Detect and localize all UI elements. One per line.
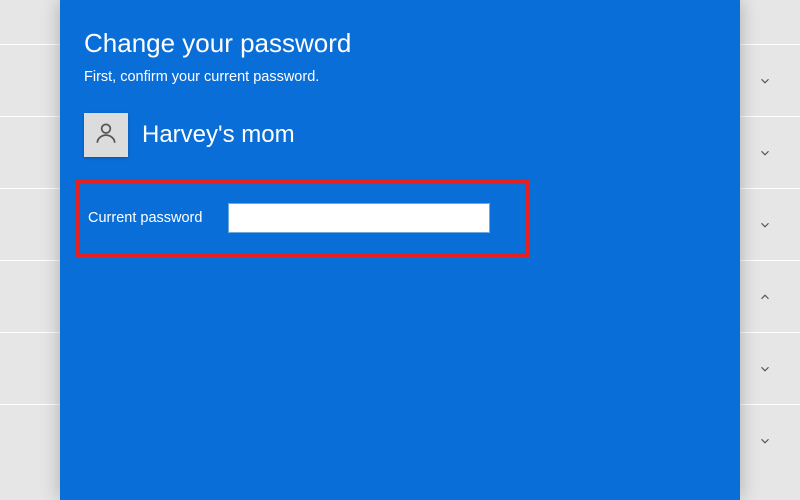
chevron-down-icon <box>758 218 772 232</box>
user-identity-row: Harvey's mom <box>84 113 716 157</box>
current-password-label: Current password <box>88 210 228 226</box>
dialog-subtitle: First, confirm your current password. <box>84 69 716 85</box>
chevron-down-icon <box>758 74 772 88</box>
change-password-dialog: Change your password First, confirm your… <box>60 0 740 500</box>
dialog-title: Change your password <box>84 28 716 59</box>
chevron-down-icon <box>758 362 772 376</box>
chevron-up-icon <box>758 290 772 304</box>
current-password-field-row: Current password <box>88 203 512 233</box>
chevron-down-icon <box>758 146 772 160</box>
chevron-down-icon <box>758 434 772 448</box>
avatar <box>84 113 128 157</box>
person-icon <box>93 120 119 151</box>
user-display-name: Harvey's mom <box>142 121 295 149</box>
current-password-input[interactable] <box>228 203 490 233</box>
annotation-highlight: Current password <box>76 179 530 257</box>
